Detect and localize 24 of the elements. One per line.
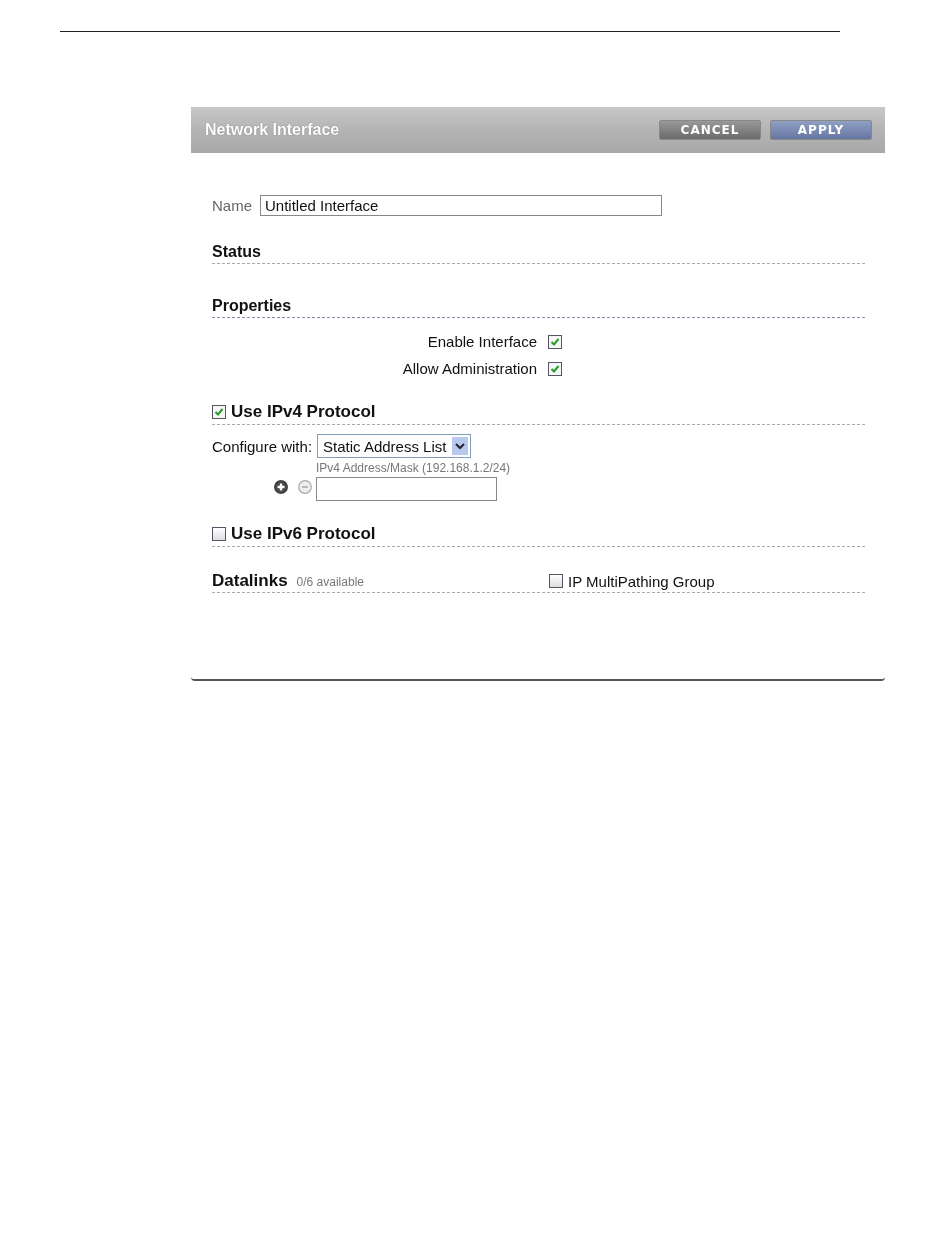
checkbox[interactable]: [548, 361, 562, 376]
window-title: Network Interface: [205, 121, 340, 139]
section-heading: Datalinks: [212, 571, 288, 591]
option-label: Allow Administration: [402, 360, 537, 377]
checkbox[interactable]: [549, 574, 563, 588]
section-heading: Use IPv6 Protocol: [231, 524, 376, 544]
configure-label: Configure with:: [212, 437, 313, 455]
option-label: IP MultiPathing Group: [568, 572, 715, 590]
address-hint: IPv4 Address/Mask (192.168.1.2/24): [316, 461, 511, 475]
add-icon[interactable]: [274, 480, 288, 494]
checkbox[interactable]: [212, 527, 226, 541]
available-count: 0/6 available: [296, 575, 364, 589]
section-heading: Use IPv4 Protocol: [231, 402, 376, 422]
caret-icon: [452, 437, 469, 455]
option-label: Enable Interface: [427, 333, 537, 350]
section-heading: Status: [212, 243, 261, 261]
configure-dropdown[interactable]: Static Address List: [317, 434, 472, 458]
address-field[interactable]: [316, 477, 497, 501]
section-heading: Properties: [212, 297, 292, 315]
checkbox[interactable]: [548, 334, 562, 349]
name-field[interactable]: Untitled Interface: [260, 195, 662, 216]
name-label: Name: [212, 197, 252, 214]
cancel-button[interactable]: CANCEL: [659, 120, 761, 140]
checkbox[interactable]: [212, 405, 226, 419]
